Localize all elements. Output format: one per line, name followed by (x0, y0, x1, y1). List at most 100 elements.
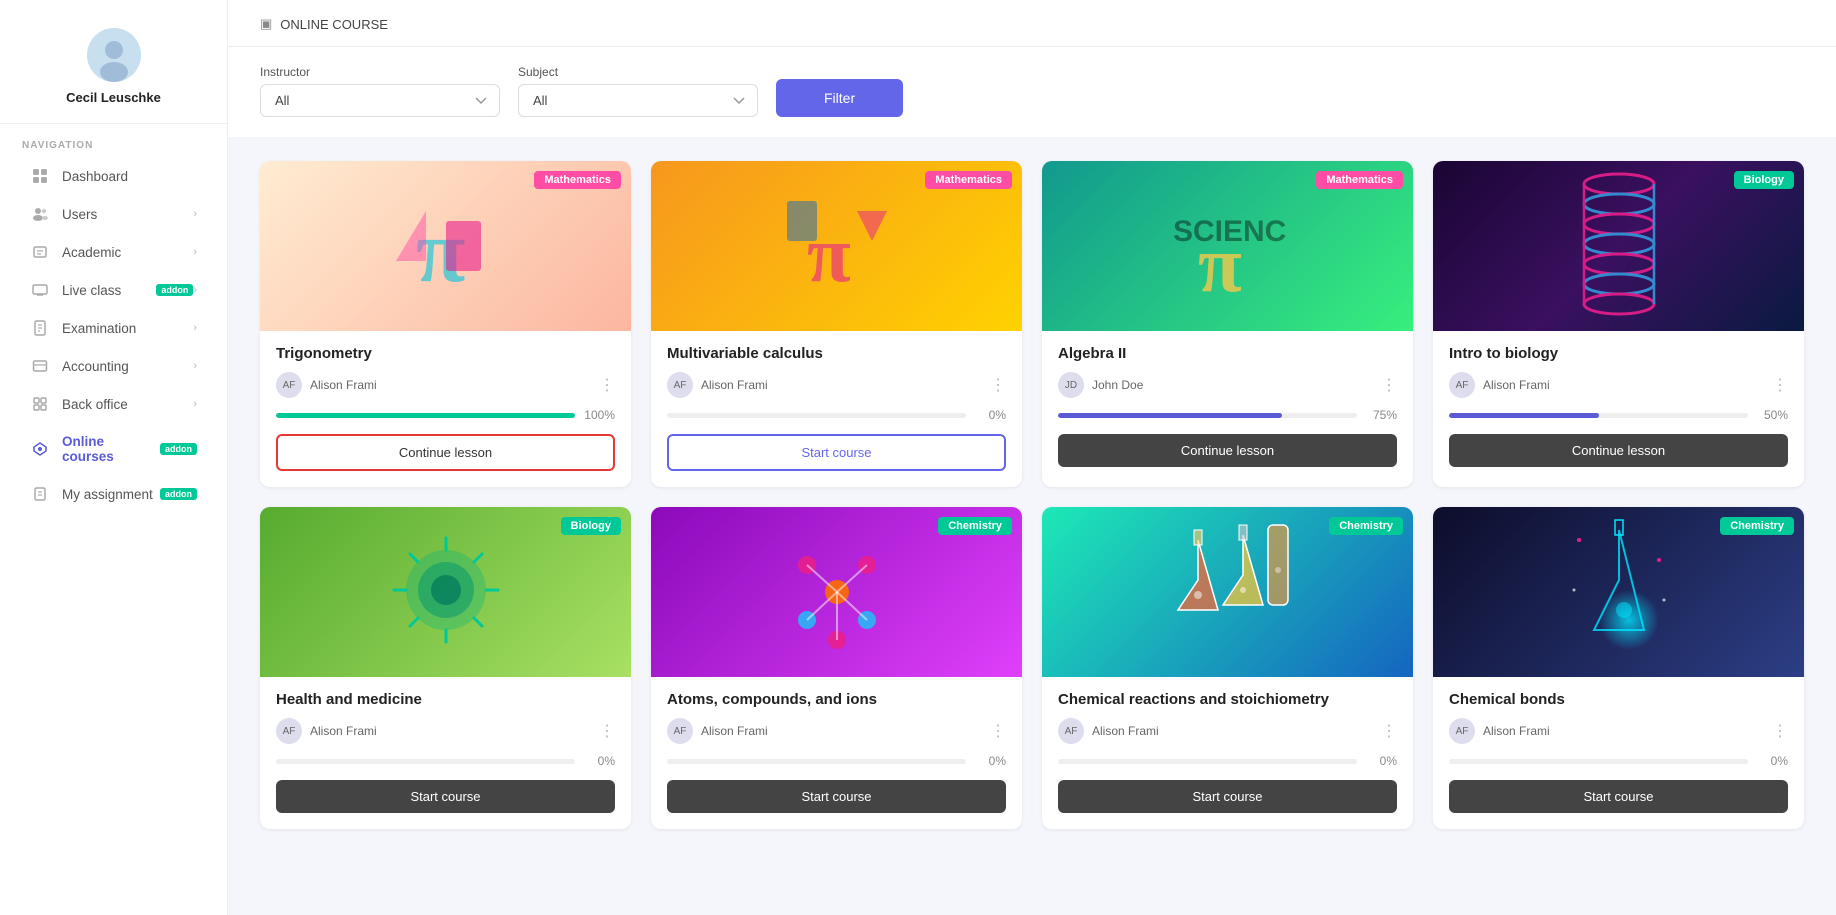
svg-text:π: π (1198, 221, 1242, 309)
instructor-info-atoms: AF Alison Frami (667, 718, 768, 744)
more-options-bio[interactable]: ⋮ (1772, 375, 1788, 395)
progress-bar-wrap-trig (276, 413, 575, 418)
card-body-bio: Intro to biology AF Alison Frami ⋮ 50% (1433, 331, 1804, 483)
chevron-right-icon: › (193, 322, 197, 334)
progress-bar-wrap-alg (1058, 413, 1357, 418)
progress-bar-wrap-chem-react (1058, 759, 1357, 764)
assignment-icon (30, 486, 50, 502)
start-course-button-bonds[interactable]: Start course (1449, 780, 1788, 813)
instructor-info-bonds: AF Alison Frami (1449, 718, 1550, 744)
card-instructor-calc: AF Alison Frami ⋮ (667, 372, 1006, 398)
more-options-chem-react[interactable]: ⋮ (1381, 721, 1397, 741)
card-body-chem-react: Chemical reactions and stoichiometry AF … (1042, 677, 1413, 829)
progress-row-chem-react: 0% (1058, 754, 1397, 768)
card-instructor-bonds: AF Alison Frami ⋮ (1449, 718, 1788, 744)
instructor-avatar-bio: AF (1449, 372, 1475, 398)
course-title-bonds: Chemical bonds (1449, 691, 1788, 708)
card-body-bonds: Chemical bonds AF Alison Frami ⋮ 0% (1433, 677, 1804, 829)
course-title-health: Health and medicine (276, 691, 615, 708)
sidebar-item-users[interactable]: Users › (8, 196, 219, 232)
breadcrumb-icon: ▣ (260, 16, 272, 32)
instructor-info-calc: AF Alison Frami (667, 372, 768, 398)
course-card-bio: Biology Intro to biology AF Alison Frami… (1433, 161, 1804, 487)
sidebar-item-backoffice[interactable]: Back office › (8, 386, 219, 422)
course-title-chem-react: Chemical reactions and stoichiometry (1058, 691, 1397, 708)
sidebar-item-label: Back office (62, 397, 193, 412)
card-instructor-atoms: AF Alison Frami ⋮ (667, 718, 1006, 744)
continue-lesson-button-alg[interactable]: Continue lesson (1058, 434, 1397, 467)
subject-select[interactable]: All (518, 84, 758, 117)
username: Cecil Leuschke (66, 90, 161, 105)
sidebar-item-dashboard[interactable]: Dashboard (8, 158, 219, 194)
backoffice-icon (30, 396, 50, 412)
dashboard-icon (30, 168, 50, 184)
liveclass-icon (30, 282, 50, 298)
courses-grid: π Mathematics Trigonometry AF Alison Fra… (260, 161, 1804, 829)
addon-badge: addon (160, 443, 197, 455)
chevron-right-icon: › (193, 284, 197, 296)
start-course-button-calc[interactable]: Start course (667, 434, 1006, 471)
page-title: ONLINE COURSE (280, 17, 388, 32)
start-course-button-atoms[interactable]: Start course (667, 780, 1006, 813)
course-badge-bonds: Chemistry (1720, 517, 1794, 535)
sidebar-item-liveclass[interactable]: Live class addon › (8, 272, 219, 308)
sidebar-item-label: Academic (62, 245, 193, 260)
sidebar-item-examination[interactable]: Examination › (8, 310, 219, 346)
chevron-right-icon: › (193, 360, 197, 372)
card-body-trig: Trigonometry AF Alison Frami ⋮ 100% (260, 331, 631, 487)
more-options-bonds[interactable]: ⋮ (1772, 721, 1788, 741)
courses-area: π Mathematics Trigonometry AF Alison Fra… (228, 137, 1836, 853)
start-course-button-chem-react[interactable]: Start course (1058, 780, 1397, 813)
sidebar-item-online-courses[interactable]: Online courses addon (8, 424, 219, 474)
start-course-button-health[interactable]: Start course (276, 780, 615, 813)
card-instructor-health: AF Alison Frami ⋮ (276, 718, 615, 744)
instructor-info-trig: AF Alison Frami (276, 372, 377, 398)
card-body-atoms: Atoms, compounds, and ions AF Alison Fra… (651, 677, 1022, 829)
nav-label: NAVIGATION (0, 124, 227, 157)
progress-row-alg: 75% (1058, 408, 1397, 422)
accounting-icon (30, 358, 50, 374)
main-content: ▣ ONLINE COURSE Instructor All Subject A… (228, 0, 1836, 915)
instructor-avatar-atoms: AF (667, 718, 693, 744)
progress-pct-atoms: 0% (974, 754, 1006, 768)
subject-filter-group: Subject All (518, 65, 758, 117)
progress-bar-wrap-bonds (1449, 759, 1748, 764)
instructor-name-bio: Alison Frami (1483, 378, 1550, 392)
progress-pct-chem-react: 0% (1365, 754, 1397, 768)
continue-lesson-button-trig[interactable]: Continue lesson (276, 434, 615, 471)
instructor-select[interactable]: All (260, 84, 500, 117)
course-title-calc: Multivariable calculus (667, 345, 1006, 362)
progress-row-trig: 100% (276, 408, 615, 422)
breadcrumb: ▣ ONLINE COURSE (260, 16, 1804, 46)
chevron-right-icon: › (193, 398, 197, 410)
course-card-chem-react: Chemistry Chemical reactions and stoichi… (1042, 507, 1413, 829)
progress-bar-wrap-atoms (667, 759, 966, 764)
progress-pct-health: 0% (583, 754, 615, 768)
sidebar-item-my-assignment[interactable]: My assignment addon (8, 476, 219, 512)
course-card-health: Biology Health and medicine AF Alison Fr… (260, 507, 631, 829)
sidebar-item-academic[interactable]: Academic › (8, 234, 219, 270)
more-options-calc[interactable]: ⋮ (990, 375, 1006, 395)
course-thumbnail-bonds: Chemistry (1433, 507, 1804, 677)
more-options-trig[interactable]: ⋮ (599, 375, 615, 395)
instructor-avatar-health: AF (276, 718, 302, 744)
sidebar-item-label: Dashboard (62, 169, 197, 184)
card-instructor-bio: AF Alison Frami ⋮ (1449, 372, 1788, 398)
more-options-alg[interactable]: ⋮ (1381, 375, 1397, 395)
filter-button[interactable]: Filter (776, 79, 903, 117)
course-thumbnail-atoms: Chemistry (651, 507, 1022, 677)
more-options-health[interactable]: ⋮ (599, 721, 615, 741)
progress-pct-trig: 100% (583, 408, 615, 422)
sidebar-item-accounting[interactable]: Accounting › (8, 348, 219, 384)
instructor-name-calc: Alison Frami (701, 378, 768, 392)
course-badge-trig: Mathematics (534, 171, 621, 189)
sidebar-item-label: Examination (62, 321, 193, 336)
subject-label: Subject (518, 65, 758, 79)
continue-lesson-button-bio[interactable]: Continue lesson (1449, 434, 1788, 467)
course-card-bonds: Chemistry Chemical bonds AF Alison Frami… (1433, 507, 1804, 829)
card-instructor-trig: AF Alison Frami ⋮ (276, 372, 615, 398)
course-badge-health: Biology (561, 517, 621, 535)
course-card-atoms: Chemistry Atoms, compounds, and ions AF … (651, 507, 1022, 829)
instructor-info-bio: AF Alison Frami (1449, 372, 1550, 398)
more-options-atoms[interactable]: ⋮ (990, 721, 1006, 741)
